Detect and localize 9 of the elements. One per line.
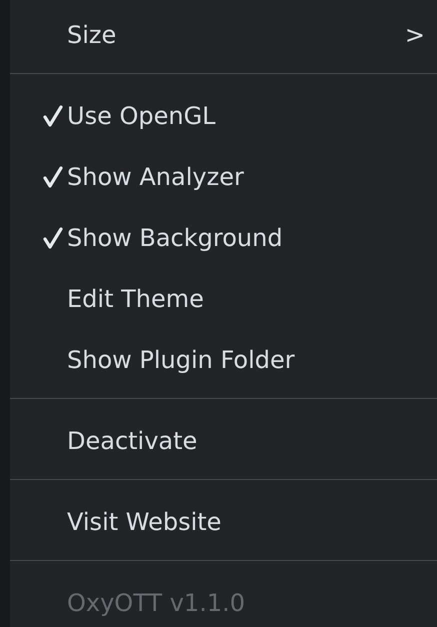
menu-item[interactable]: Show Analyzer xyxy=(10,146,437,207)
menu-item[interactable]: Show Background xyxy=(10,207,437,268)
chevron-icon: > xyxy=(404,20,425,48)
menu-item[interactable]: Edit Theme xyxy=(10,268,437,329)
menu-item[interactable]: Visit Website xyxy=(10,491,437,552)
menu-item[interactable]: Show Plugin Folder xyxy=(10,329,437,390)
menu-item[interactable]: Size > xyxy=(10,4,437,65)
menu-item[interactable]: Use OpenGL xyxy=(10,85,437,146)
menu-item[interactable]: Deactivate xyxy=(10,410,437,471)
